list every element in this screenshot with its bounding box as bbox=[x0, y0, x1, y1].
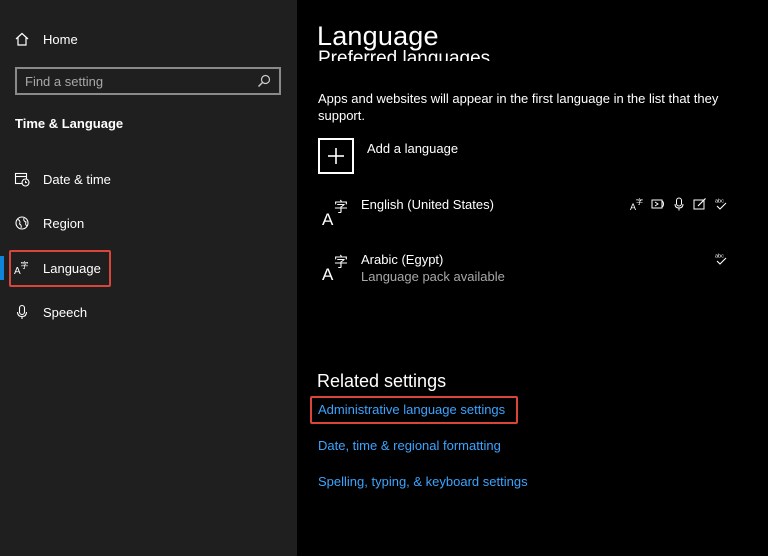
language-icon: A字 bbox=[322, 197, 352, 229]
language-name: Arabic (Egypt) bbox=[361, 252, 444, 267]
sidebar-item-region[interactable]: Region bbox=[14, 212, 84, 234]
home-icon bbox=[14, 31, 30, 47]
preferred-languages-heading-text: Preferred languages bbox=[318, 50, 491, 61]
svg-text:abc: abc bbox=[715, 254, 724, 260]
spell-check-icon: abc bbox=[714, 252, 728, 271]
svg-text:A: A bbox=[322, 210, 334, 227]
sidebar-item-date-time[interactable]: Date & time bbox=[14, 168, 111, 190]
language-features: A字 abc bbox=[630, 197, 728, 216]
admin-language-settings-link[interactable]: Administrative language settings bbox=[318, 402, 505, 417]
svg-text:字: 字 bbox=[334, 200, 348, 216]
spell-check-icon: abc bbox=[714, 197, 728, 216]
sidebar-item-label: Speech bbox=[43, 304, 88, 320]
language-name: English (United States) bbox=[361, 197, 494, 212]
add-language-label: Add a language bbox=[367, 141, 459, 156]
sidebar-item-label: Region bbox=[43, 215, 85, 231]
sidebar: Home Time & Language Date & time Region … bbox=[0, 0, 297, 556]
add-language-button[interactable]: Add a language bbox=[318, 138, 458, 174]
plus-icon[interactable] bbox=[318, 138, 354, 174]
svg-text:A: A bbox=[322, 265, 334, 282]
language-icon: A字 bbox=[322, 252, 352, 284]
related-settings-heading: Related settings bbox=[317, 371, 447, 391]
sidebar-item-language[interactable]: A字 Language bbox=[14, 257, 101, 279]
home-nav-item[interactable]: Home bbox=[14, 28, 78, 50]
speech-recognition-icon bbox=[672, 197, 686, 216]
home-label: Home bbox=[43, 31, 78, 47]
spelling-typing-keyboard-link[interactable]: Spelling, typing, & keyboard settings bbox=[318, 474, 528, 489]
preferred-languages-heading: Preferred languages bbox=[318, 50, 490, 61]
sidebar-item-speech[interactable]: Speech bbox=[14, 301, 87, 323]
sidebar-item-label: Date & time bbox=[43, 171, 111, 187]
svg-text:abc: abc bbox=[715, 199, 724, 205]
language-icon: A字 bbox=[14, 260, 30, 276]
svg-text:字: 字 bbox=[334, 255, 348, 271]
main-content: Language Preferred languages Apps and we… bbox=[297, 0, 768, 556]
search-input[interactable] bbox=[25, 73, 257, 89]
language-features: abc bbox=[714, 252, 728, 271]
language-item-english[interactable]: A字 English (United States) A字 abc bbox=[318, 197, 728, 237]
language-item-arabic[interactable]: A字 Arabic (Egypt) Language pack availabl… bbox=[318, 252, 728, 292]
description-text: Apps and websites will appear in the fir… bbox=[318, 91, 719, 123]
svg-text:字: 字 bbox=[21, 260, 29, 270]
active-indicator bbox=[0, 256, 4, 280]
text-to-speech-icon bbox=[651, 197, 665, 216]
regional-formatting-link[interactable]: Date, time & regional formatting bbox=[318, 438, 501, 453]
calendar-clock-icon bbox=[14, 171, 30, 187]
language-status: Language pack available bbox=[361, 269, 505, 284]
section-title: Time & Language bbox=[15, 116, 124, 131]
search-box[interactable] bbox=[15, 67, 281, 95]
display-language-icon: A字 bbox=[630, 197, 644, 216]
globe-icon bbox=[14, 215, 30, 231]
handwriting-icon bbox=[693, 197, 707, 216]
page-title: Language bbox=[317, 21, 439, 51]
microphone-icon bbox=[14, 304, 30, 320]
sidebar-item-label: Language bbox=[43, 260, 101, 276]
search-icon[interactable] bbox=[257, 74, 271, 88]
svg-text:字: 字 bbox=[636, 197, 643, 206]
